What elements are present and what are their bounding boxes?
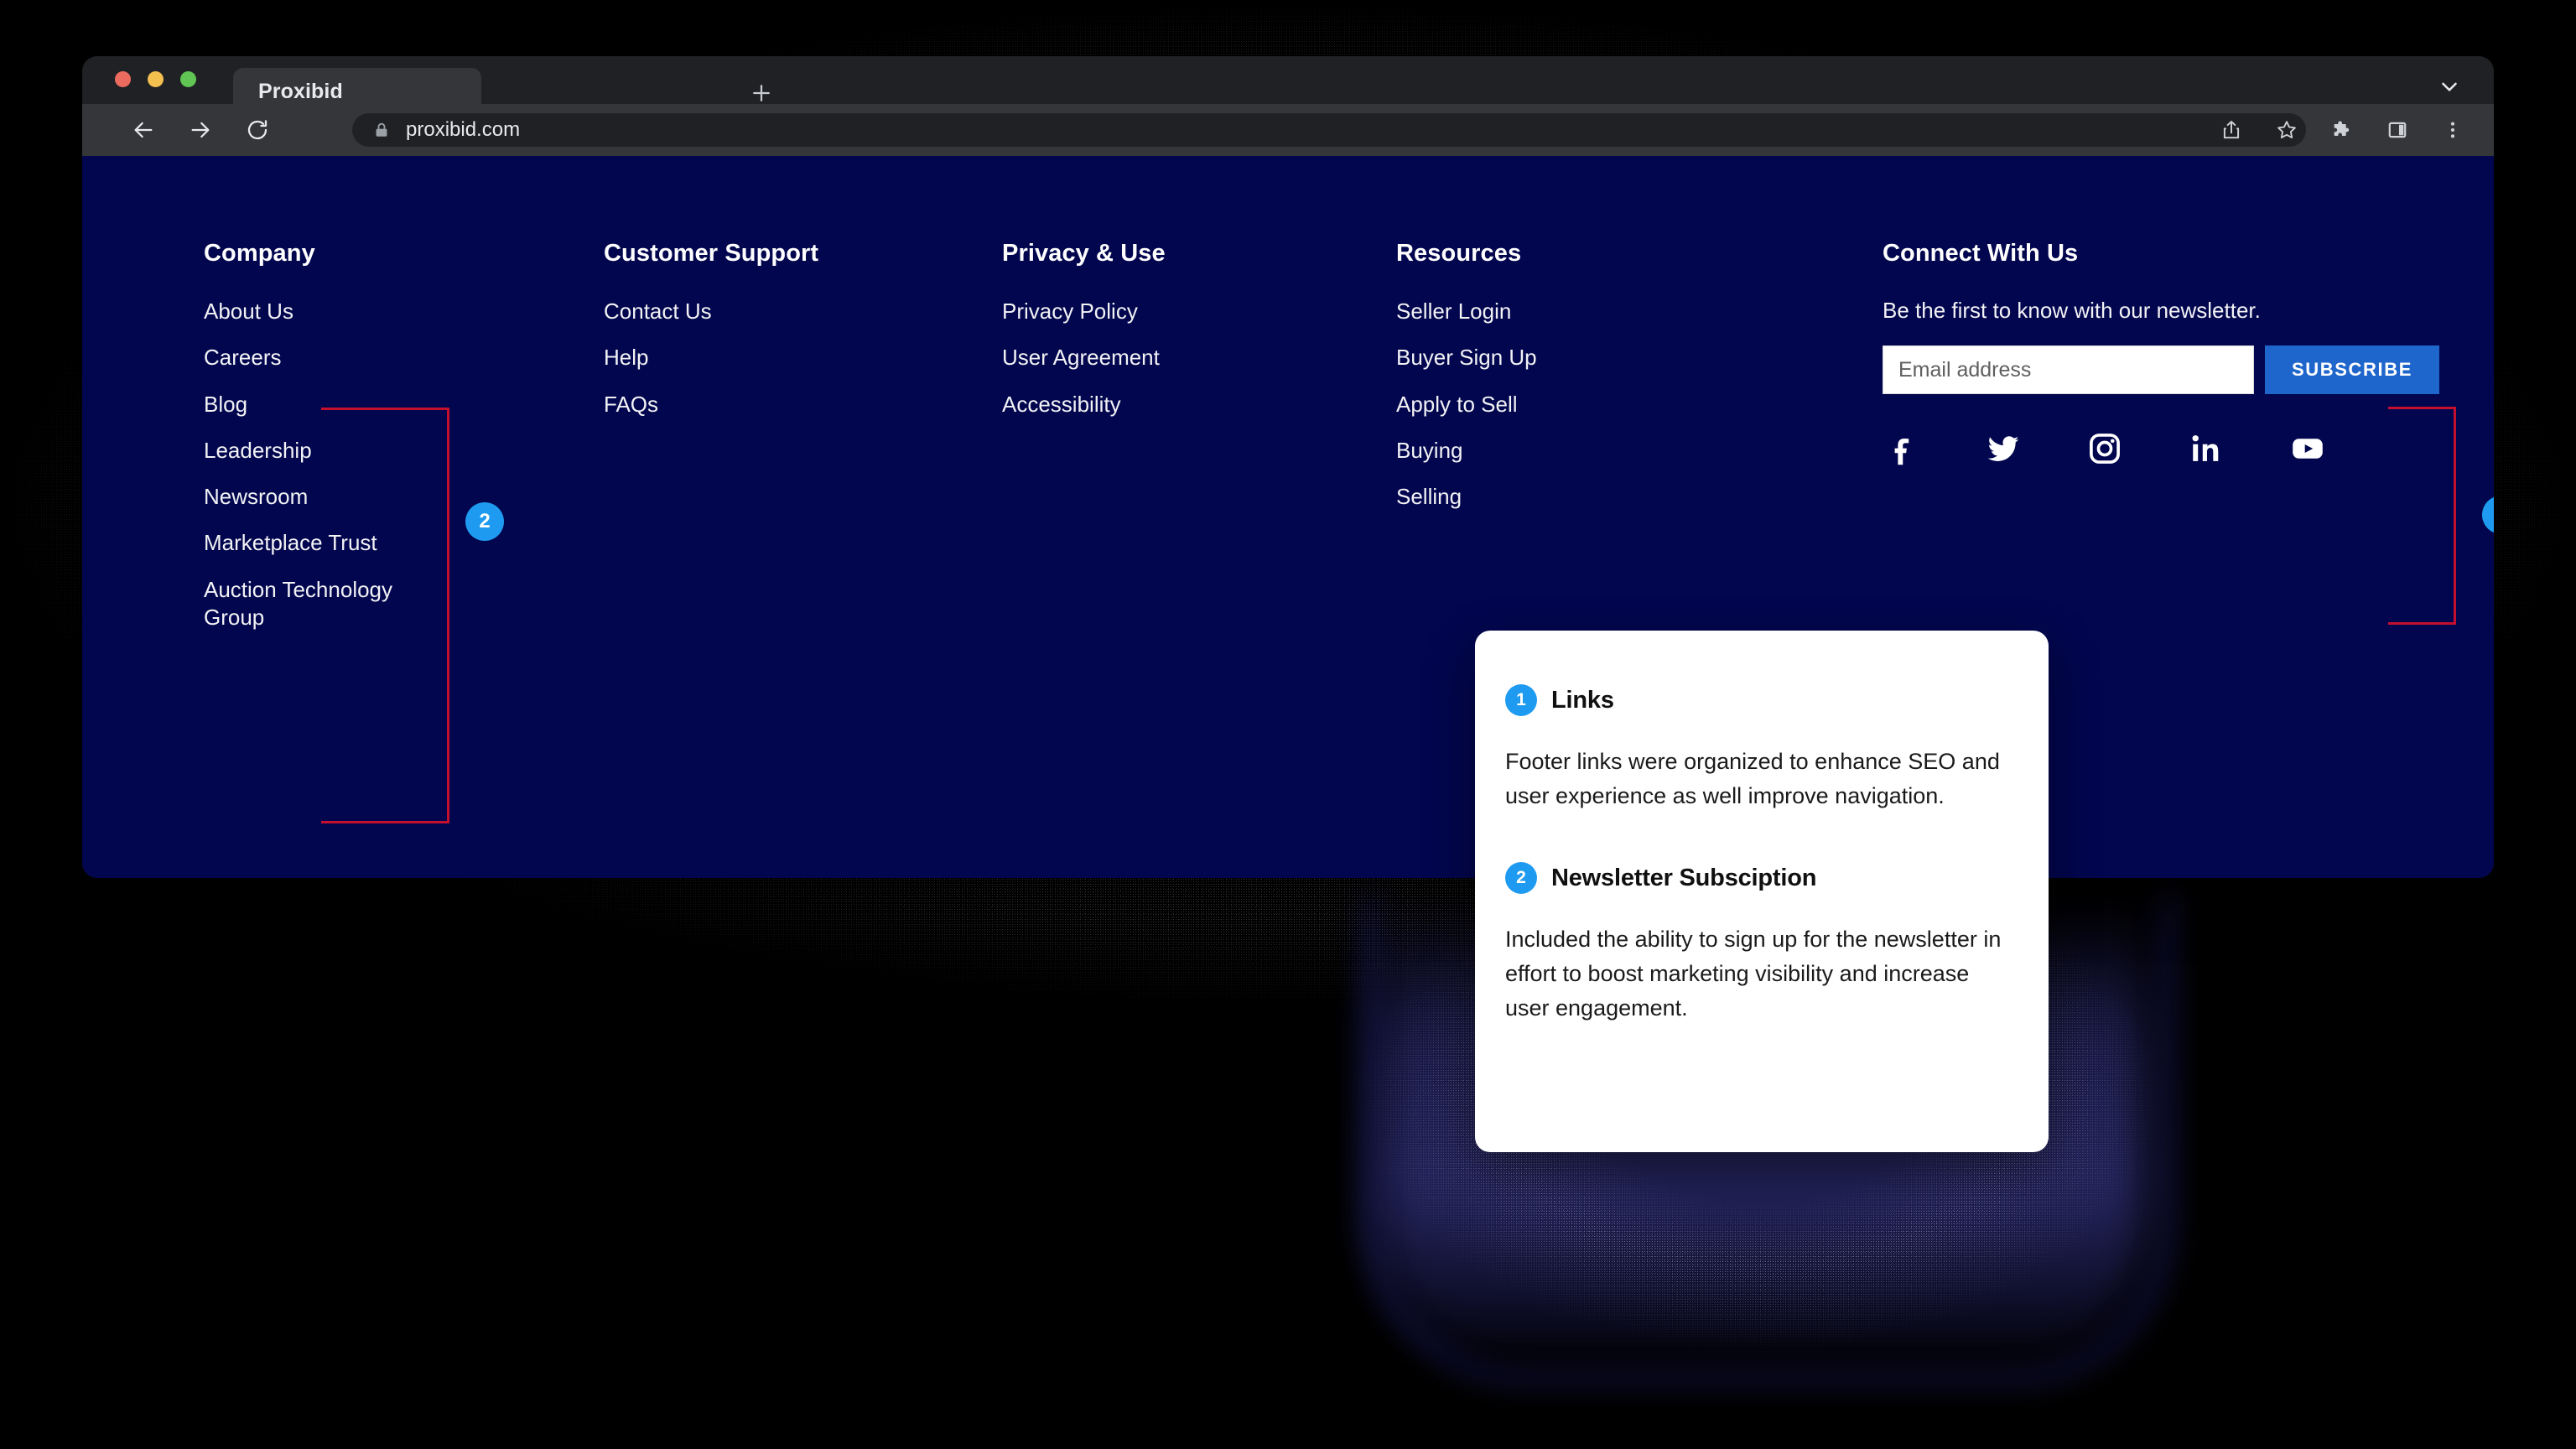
maximize-window-button[interactable] <box>180 71 196 87</box>
annotation-note-header: 2 Newsletter Subsciption <box>1505 862 2018 895</box>
note-body-links: Footer links were organized to enhance S… <box>1505 749 2000 809</box>
annotation-bracket-newsletter <box>2388 407 2456 625</box>
browser-toolbar: proxibid.com <box>82 104 2494 156</box>
reload-icon <box>247 120 267 140</box>
footer-link-selling[interactable]: Selling <box>1396 483 1883 511</box>
annotation-note-2: 2 Newsletter Subsciption Included the ab… <box>1505 862 2018 1026</box>
footer-link-help[interactable]: Help <box>604 344 1002 371</box>
instagram-icon[interactable] <box>2085 429 2124 468</box>
extensions-puzzle-icon[interactable] <box>2324 112 2360 148</box>
annotation-marker-1[interactable]: 1 <box>2482 496 2494 534</box>
facebook-icon[interactable] <box>1883 429 1921 468</box>
close-window-button[interactable] <box>115 71 131 87</box>
back-arrow-icon <box>134 122 153 138</box>
youtube-icon[interactable] <box>2288 429 2327 468</box>
annotation-marker-2[interactable]: 2 <box>465 502 504 541</box>
tab-list-button[interactable] <box>2432 71 2467 101</box>
footer-link-apply-to-sell[interactable]: Apply to Sell <box>1396 391 1883 418</box>
site-footer: Company About Us Careers Blog Leadership… <box>204 240 2444 650</box>
side-panel-icon[interactable] <box>2380 112 2415 148</box>
note-badge-1: 1 <box>1505 684 1537 716</box>
newsletter-signup: SUBSCRIBE <box>1883 345 2444 394</box>
note-badge-2: 2 <box>1505 862 1537 895</box>
chevron-down-icon <box>2442 82 2457 91</box>
email-input[interactable] <box>1883 345 2254 394</box>
social-links <box>1883 429 2444 468</box>
footer-link-careers[interactable]: Careers <box>204 344 604 371</box>
annotation-note-header: 1 Links <box>1505 684 2018 716</box>
footer-column-title: Resources <box>1396 240 1522 267</box>
subscribe-button[interactable]: SUBSCRIBE <box>2265 345 2439 394</box>
newsletter-subtitle: Be the first to know with our newsletter… <box>1883 298 2261 323</box>
footer-link-accessibility[interactable]: Accessibility <box>1002 391 1396 418</box>
reload-button[interactable] <box>238 111 277 149</box>
tab-strip: Proxibid <box>82 56 2494 116</box>
bookmark-star-icon[interactable] <box>2269 112 2304 148</box>
footer-column-customer-support: Customer Support Contact Us Help FAQs <box>604 240 1002 650</box>
forward-button[interactable] <box>181 111 220 149</box>
tab-title: Proxibid <box>258 80 343 103</box>
footer-column-connect-with-us: Connect With Us Be the first to know wit… <box>1883 240 2444 650</box>
footer-column-resources: Resources Seller Login Buyer Sign Up App… <box>1396 240 1883 650</box>
footer-link-user-agreement[interactable]: User Agreement <box>1002 344 1396 371</box>
twitter-icon[interactable] <box>1984 429 2023 468</box>
forward-arrow-icon <box>191 122 210 138</box>
linkedin-icon[interactable] <box>2187 429 2225 468</box>
overflow-menu-icon[interactable] <box>2435 112 2470 148</box>
footer-link-about-us[interactable]: About Us <box>204 298 604 325</box>
footer-column-title: Customer Support <box>604 240 819 267</box>
browser-window: Proxibid proxibid.com Company About Us C… <box>82 56 2494 878</box>
footer-link-privacy-policy[interactable]: Privacy Policy <box>1002 298 1396 325</box>
annotation-popup-card: 1 Links Footer links were organized to e… <box>1475 631 2049 1152</box>
footer-link-seller-login[interactable]: Seller Login <box>1396 298 1883 325</box>
note-title-links: Links <box>1551 686 1614 714</box>
annotation-bracket-links <box>321 408 449 823</box>
footer-link-faqs[interactable]: FAQs <box>604 391 1002 418</box>
page-viewport: Company About Us Careers Blog Leadership… <box>82 156 2494 878</box>
back-button[interactable] <box>124 111 163 149</box>
footer-column-title: Connect With Us <box>1883 240 2079 267</box>
footer-column-title: Privacy & Use <box>1002 240 1166 267</box>
address-bar[interactable]: proxibid.com <box>352 113 2306 147</box>
toolbar-actions <box>2214 112 2470 148</box>
footer-column-title: Company <box>204 240 315 267</box>
footer-column-privacy-and-use: Privacy & Use Privacy Policy User Agreem… <box>1002 240 1396 650</box>
note-body-newsletter-subsciption: Included the ability to sign up for the … <box>1505 927 2002 1021</box>
annotation-note-1: 1 Links Footer links were organized to e… <box>1505 684 2018 813</box>
url-text: proxibid.com <box>406 118 521 141</box>
minimize-window-button[interactable] <box>148 71 164 87</box>
footer-link-buying[interactable]: Buying <box>1396 437 1883 465</box>
footer-link-contact-us[interactable]: Contact Us <box>604 298 1002 325</box>
window-controls <box>115 71 196 87</box>
note-title-newsletter-subsciption: Newsletter Subsciption <box>1551 864 1817 891</box>
lock-icon <box>372 121 394 139</box>
share-icon[interactable] <box>2214 112 2249 148</box>
footer-link-buyer-sign-up[interactable]: Buyer Sign Up <box>1396 344 1883 371</box>
plus-icon <box>753 85 770 101</box>
